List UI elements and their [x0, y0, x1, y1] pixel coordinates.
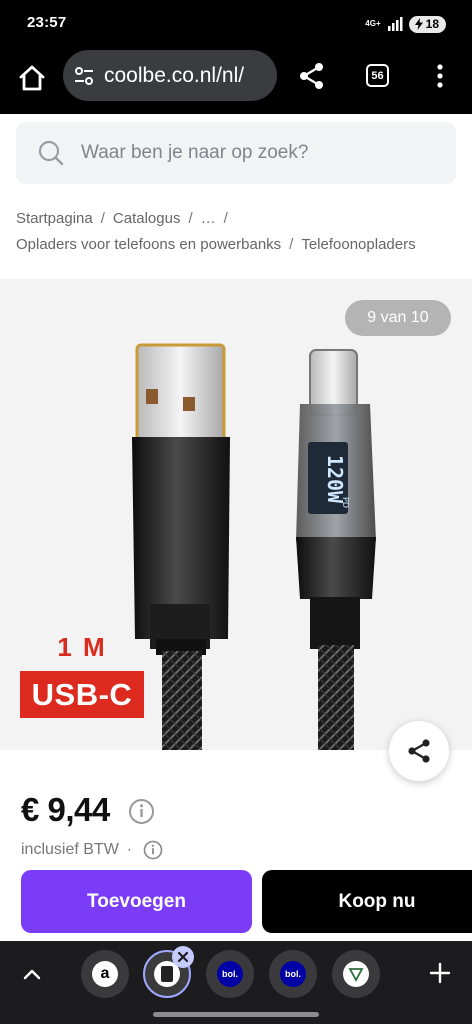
share-icon[interactable] — [296, 60, 328, 92]
breadcrumb-separator: / — [289, 236, 294, 253]
breadcrumb-ellipsis[interactable]: … — [201, 206, 216, 232]
breadcrumb-chargers[interactable]: Opladers voor telefoons en powerbanks — [16, 232, 281, 258]
url-text[interactable]: coolbe.co.nl/nl/ — [104, 64, 244, 88]
info-icon[interactable] — [143, 840, 163, 860]
buy-now-button[interactable]: Koop nu — [262, 870, 472, 933]
network-type-label: 4G+ — [365, 19, 381, 28]
breadcrumb-catalog[interactable]: Catalogus — [113, 206, 181, 232]
cable-length-label: 1 M — [57, 632, 107, 662]
vat-separator: · — [126, 841, 133, 858]
plus-icon[interactable] — [428, 961, 452, 985]
close-icon — [177, 951, 189, 963]
more-menu-icon[interactable] — [428, 62, 452, 90]
search-icon — [38, 140, 64, 166]
status-icons: 4G+ 18 — [365, 14, 446, 34]
bol-favicon-icon: bol. — [280, 961, 306, 987]
amazon-favicon-icon: a — [92, 961, 118, 987]
tab-bol-1[interactable]: bol. — [206, 950, 254, 998]
bol-favicon-icon: bol. — [217, 961, 243, 987]
breadcrumb: Startpagina / Catalogus / … / Opladers v… — [16, 206, 466, 258]
tab-count: 56 — [371, 69, 384, 82]
product-price: € 9,44 — [21, 791, 110, 828]
site-settings-icon[interactable] — [73, 65, 95, 87]
browser-toolbar: coolbe.co.nl/nl/ 56 — [0, 48, 472, 114]
tab-amazon[interactable]: a — [81, 950, 129, 998]
pd-label-text: PD — [341, 497, 350, 508]
shop-favicon-icon — [343, 961, 369, 987]
tab-switcher-button[interactable]: 56 — [366, 64, 389, 87]
vat-label: inclusief BTW — [21, 841, 119, 858]
home-icon[interactable] — [16, 62, 48, 94]
status-time: 23:57 — [27, 14, 67, 31]
tab-bol-2[interactable]: bol. — [269, 950, 317, 998]
gesture-handle — [153, 1012, 319, 1017]
add-to-cart-button[interactable]: Toevoegen — [21, 870, 252, 933]
breadcrumb-separator: / — [223, 210, 228, 227]
site-search-field[interactable]: Waar ben je naar op zoek? — [16, 122, 456, 184]
info-icon[interactable] — [128, 798, 155, 825]
tab-shop[interactable] — [332, 950, 380, 998]
breadcrumb-phone-chargers[interactable]: Telefoonopladers — [301, 232, 415, 258]
share-product-button[interactable] — [389, 721, 449, 781]
breadcrumb-separator: / — [100, 210, 105, 227]
charging-bolt-icon — [414, 18, 423, 30]
signal-icon — [387, 17, 403, 31]
breadcrumb-separator: / — [188, 210, 193, 227]
status-bar: 23:57 4G+ 18 — [0, 0, 472, 48]
tab-strip: a bol. bol. — [0, 941, 472, 1024]
search-placeholder: Waar ben je naar op zoek? — [81, 142, 309, 163]
battery-level: 18 — [425, 17, 439, 31]
product-gallery[interactable]: 120W PD 9 van 10 1 M USB-C — [0, 279, 472, 750]
chevron-up-icon[interactable] — [20, 963, 44, 987]
address-bar[interactable]: coolbe.co.nl/nl/ — [63, 50, 277, 101]
close-tab-button[interactable] — [172, 946, 194, 968]
image-counter: 9 van 10 — [345, 300, 451, 336]
share-icon — [408, 739, 430, 763]
breadcrumb-home[interactable]: Startpagina — [16, 206, 93, 232]
battery-indicator: 18 — [408, 15, 446, 33]
vat-row: inclusief BTW · — [21, 840, 163, 860]
connector-type-badge: USB-C — [20, 671, 144, 718]
